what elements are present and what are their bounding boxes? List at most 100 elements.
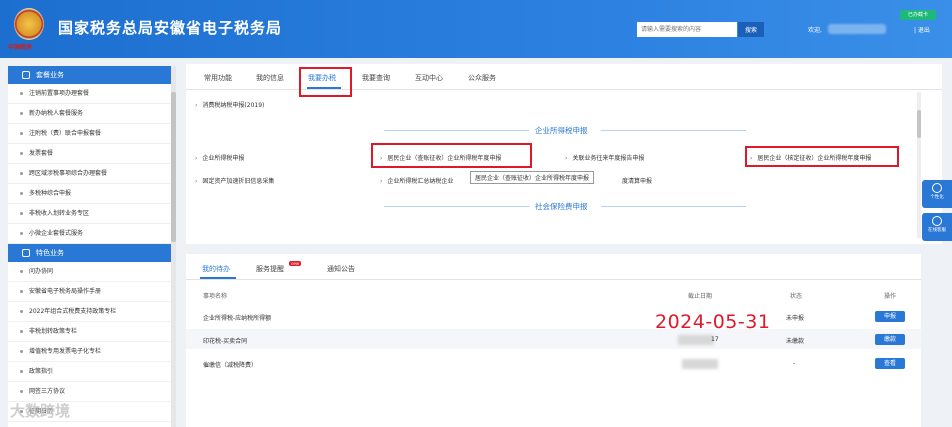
pay-button[interactable]: 缴款 [875,334,905,345]
sidebar-scrollbar-thumb[interactable] [171,92,176,242]
top-header: 中国税务 国家税务总局安徽省电子税务局 搜索 已办截卡 欢迎, | 退出 [0,0,952,58]
view-button[interactable]: 查看 [875,358,905,369]
sidebar-item[interactable]: 多税种综合申报 [8,184,176,204]
package-icon [22,71,30,79]
tab-service-reminder[interactable]: 服务提醒 [256,264,284,274]
arrow-icon: › [195,102,198,109]
tab-public-service[interactable]: 公众服务 [468,73,496,83]
highlight-box [371,143,532,168]
column-header-name: 事项名称 [203,293,228,300]
arrow-icon: › [565,155,568,162]
active-tab-indicator [200,277,236,279]
bullet-icon [20,192,23,195]
column-header-deadline: 截止日期 [688,293,713,300]
bullet-icon [20,212,23,215]
link-asset-depreciation[interactable]: › 固定资产加速折旧信息采集 [195,176,274,185]
sidebar-item[interactable]: 小微企业套餐式服务 [8,224,176,244]
sidebar-item[interactable]: 新办纳税人套餐服务 [8,104,176,124]
divider [384,206,529,207]
highlight-box [299,67,352,97]
username-redacted [828,24,886,34]
arrow-icon: › [195,155,198,162]
tab-query[interactable]: 我要查询 [362,73,390,83]
divider [601,130,746,131]
sidebar-item[interactable]: 2022年组合式税费支持政策专栏 [8,302,176,322]
sidebar-item[interactable]: 问办协同 [8,262,176,282]
divider [384,130,529,131]
status-badge[interactable]: 已办截卡 [900,10,936,20]
divider [601,206,746,207]
arrow-icon: › [380,178,383,185]
sidebar: 套餐业务 注销前置事项办理套餐 新办纳税人套餐服务 注附税（费）联合申报套餐 发… [8,66,176,427]
table-row [186,352,921,372]
bullet-icon [20,390,23,393]
bullet-icon [20,310,23,313]
annotation-date: 2024-05-31 [655,311,771,333]
link-related-party-report[interactable]: › 关联业务往来年度报告申报 [565,153,644,162]
table-row [186,306,921,326]
sidebar-item[interactable]: 网签三方协议 [8,382,176,402]
todo-tab-bar: 我的待办 服务提醒 new 通知公告 [186,254,921,280]
sidebar-item[interactable]: 政策指引 [8,362,176,382]
bullet-icon [20,232,23,235]
highlight-box [745,146,899,167]
link-liquidation[interactable]: 度清算申报 [622,176,652,185]
personalize-button[interactable]: 个性化 [922,180,952,208]
section-title-social-insurance: 社会保险费申报 [535,202,588,211]
site-title: 国家税务总局安徽省电子税务局 [58,19,283,37]
search-button[interactable]: 搜索 [738,22,764,37]
sidebar-item[interactable]: 增值税专用发票电子化专栏 [8,342,176,362]
online-service-button[interactable]: 在线客服 [922,213,952,241]
tab-notices[interactable]: 通知公告 [327,264,355,274]
bullet-icon [20,92,23,95]
bullet-icon [20,132,23,135]
sidebar-item[interactable]: 注附税（费）联合申报套餐 [8,124,176,144]
special-icon [22,249,30,257]
bullet-icon [20,152,23,155]
headset-icon [932,216,942,226]
todo-deadline: 17 [711,336,719,343]
bullet-icon [20,350,23,353]
tab-common[interactable]: 常用功能 [204,73,232,83]
sidebar-item[interactable]: 跨区域涉税事项综合办理套餐 [8,164,176,184]
bullet-icon [20,112,23,115]
tab-my-info[interactable]: 我的信息 [256,73,284,83]
declare-button[interactable]: 申报 [875,311,905,322]
bullet-icon [20,330,23,333]
personalize-icon [932,183,942,193]
table-row [186,329,921,349]
todo-name: 印花税-买卖合同 [203,338,248,345]
link-consolidated-tax[interactable]: › 企业所得税汇总纳税企业 [380,176,453,185]
sidebar-section-title: 套餐业务 [36,71,64,79]
watermark: 大数跨境 [10,402,71,420]
column-header-status: 状态 [790,293,803,300]
tab-my-todo[interactable]: 我的待办 [202,264,230,274]
sidebar-item[interactable]: 安徽省电子税务局操作手册 [8,282,176,302]
logout-link[interactable]: | 退出 [914,25,930,34]
search-input[interactable] [637,22,737,37]
sidebar-item[interactable]: 非税划转政策专栏 [8,322,176,342]
todo-status: 未申报 [786,315,805,322]
bullet-icon [20,270,23,273]
section-title-income-tax: 企业所得税申报 [535,126,588,135]
tab-interaction[interactable]: 互动中心 [415,73,443,83]
sidebar-section-package[interactable]: 套餐业务 [8,66,176,84]
sidebar-section-special[interactable]: 特色业务 [8,244,176,262]
link-income-tax[interactable]: › 企业所得税申报 [195,153,244,162]
panel-scrollbar-thumb[interactable] [917,110,921,138]
sidebar-item[interactable]: 发票套餐 [8,144,176,164]
link-consumption-tax[interactable]: › 消费税纳税申报(2019) [195,100,264,109]
bullet-icon [20,172,23,175]
new-badge: new [289,261,302,266]
todo-name: 企业所得税-应纳税所得额 [203,315,272,322]
sidebar-item[interactable]: 非税收入划转业务专区 [8,204,176,224]
bullet-icon [20,290,23,293]
welcome-text: 欢迎, [808,27,822,34]
column-header-action: 操作 [884,293,897,300]
sidebar-item[interactable]: 注销前置事项办理套餐 [8,84,176,104]
redacted-date [678,335,714,345]
emblem-caption: 中国税务 [8,44,33,51]
redacted-date [682,359,718,369]
todo-name: 催缴信（减税降费） [203,362,258,369]
arrow-icon: › [195,178,198,185]
